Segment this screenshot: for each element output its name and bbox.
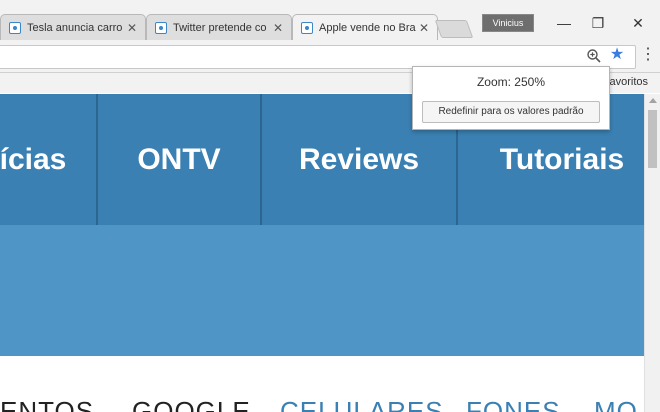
tab-close-icon[interactable]: ✕ <box>271 21 285 35</box>
category-link[interactable]: GOOGLE <box>132 396 251 412</box>
bookmarks-folder[interactable]: favoritos <box>606 76 648 88</box>
nav-item-label: ícias <box>0 142 67 176</box>
zoom-level-label: Zoom: 250% <box>476 75 546 89</box>
site-favicon-icon <box>155 21 167 34</box>
category-link[interactable]: MO <box>594 396 638 412</box>
scroll-up-arrow-icon[interactable] <box>649 98 657 103</box>
nav-item-ontv[interactable]: ONTV <box>98 94 262 225</box>
category-link[interactable]: ENTOS <box>0 396 94 412</box>
category-bar: ENTOS GOOGLE CELULARES FONES MO <box>0 392 644 412</box>
nav-item-noticias[interactable]: ícias <box>0 94 98 225</box>
tab-twitter[interactable]: Twitter pretende co ✕ <box>146 14 292 40</box>
tab-close-icon[interactable]: ✕ <box>417 21 431 35</box>
new-tab-button[interactable] <box>434 20 474 38</box>
bookmark-star-icon[interactable]: ★ <box>607 45 627 65</box>
tab-title: Tesla anuncia carro <box>27 21 123 34</box>
nav-item-label: Reviews <box>298 142 420 176</box>
window-close-button[interactable]: ✕ <box>626 13 650 33</box>
nav-item-label: Tutoriais <box>499 142 625 176</box>
site-favicon-icon <box>9 21 21 34</box>
reset-zoom-button[interactable]: Redefinir para os valores padrão <box>422 101 600 123</box>
tab-apple[interactable]: Apple vende no Bra ✕ <box>292 14 438 40</box>
zoom-popup: Zoom: 250% Redefinir para os valores pad… <box>412 66 610 130</box>
category-link[interactable]: FONES <box>466 396 561 412</box>
page-scrollbar[interactable] <box>644 94 660 412</box>
nav-item-label: ONTV <box>137 142 221 176</box>
menu-icon[interactable]: ⋮ <box>640 46 656 66</box>
restore-button[interactable]: ❐ <box>586 13 610 33</box>
minimize-button[interactable]: — <box>552 13 576 33</box>
category-link[interactable]: CELULARES <box>280 396 444 412</box>
profile-button[interactable]: Vinicius <box>482 14 534 32</box>
scrollbar-thumb[interactable] <box>648 110 657 168</box>
title-bar: Tesla anuncia carro ✕ Twitter pretende c… <box>0 0 660 40</box>
tab-tesla[interactable]: Tesla anuncia carro ✕ <box>0 14 146 40</box>
site-favicon-icon <box>301 21 313 34</box>
tab-title: Twitter pretende co <box>173 21 267 34</box>
zoom-icon[interactable] <box>586 48 602 64</box>
hero-banner <box>0 225 644 356</box>
tab-close-icon[interactable]: ✕ <box>125 21 139 35</box>
tab-title: Apple vende no Bra <box>319 21 416 34</box>
